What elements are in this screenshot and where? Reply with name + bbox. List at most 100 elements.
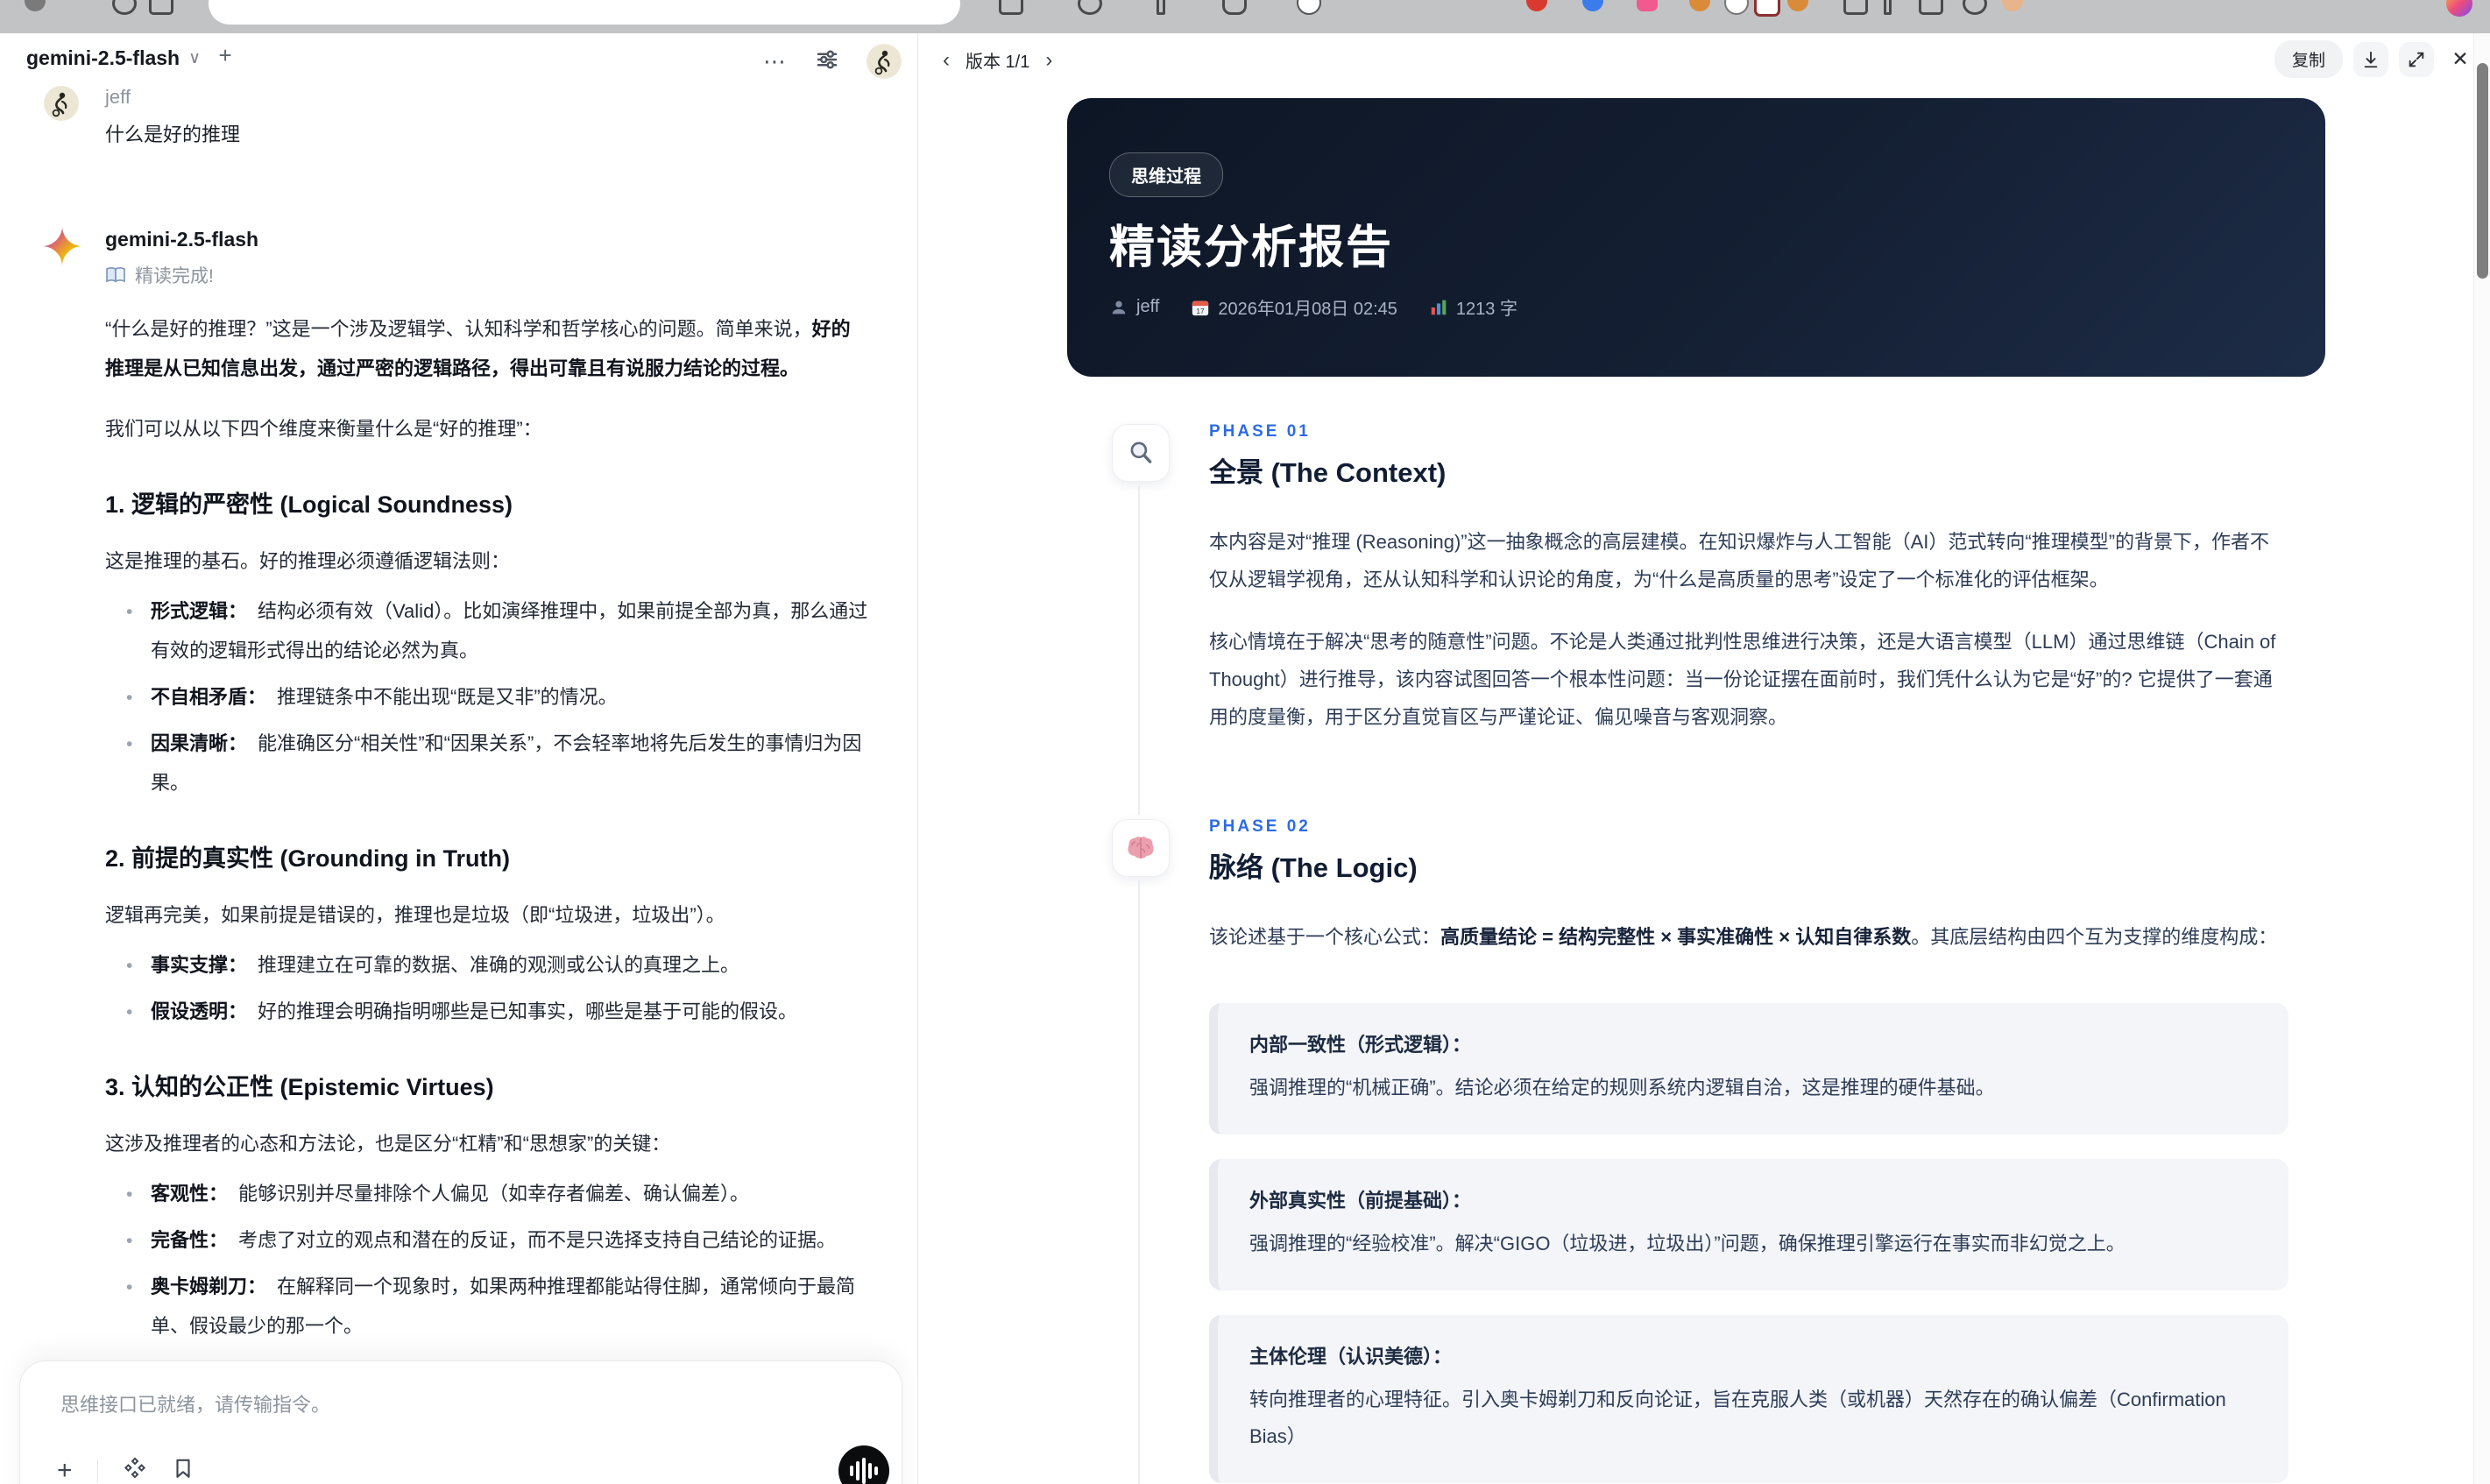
version-label: 版本 1/1 — [966, 53, 1030, 72]
card-body: 强调推理的“机械正确”。结论必须在给定的规则系统内逻辑自洽，这是推理的硬件基础。 — [1249, 1077, 1995, 1099]
extension-icon[interactable] — [1963, 0, 1987, 15]
extension-icon[interactable] — [1754, 0, 1780, 17]
intro-paragraph: “什么是好的推理？”这是一个涉及逻辑学、认知科学和哲学核心的问题。简单来说，好的… — [105, 318, 851, 379]
composer-divider — [96, 1459, 98, 1482]
extension-icon[interactable] — [1919, 0, 1943, 15]
user-message: jeff 什么是好的推理 — [44, 86, 878, 147]
address-bar[interactable] — [209, 0, 960, 25]
phase2-label: PHASE 02 — [1209, 817, 1311, 836]
expand-icon — [2409, 52, 2424, 67]
voice-input-button[interactable] — [838, 1445, 889, 1484]
status-text: 精读完成! — [135, 266, 214, 286]
card-title: 主体伦理（认识美德）： — [1249, 1346, 1453, 1367]
new-chat-button[interactable]: + — [218, 42, 231, 69]
copy-button[interactable]: 复制 — [2274, 40, 2343, 78]
phase2-title: 脉络 (The Logic) — [1209, 852, 1418, 883]
sliders-icon — [817, 49, 838, 69]
phase1-paragraph: 本内容是对“推理 (Reasoning)”这一抽象概念的高层建模。在知识爆炸与人… — [1209, 531, 2270, 590]
brain-icon — [1128, 837, 1154, 859]
close-button[interactable]: ✕ — [2444, 44, 2476, 75]
list-item: 事实支撑：推理建立在可靠的数据、准确的观测或公认的真理之上。 — [126, 945, 869, 986]
report-meta: jeff 17 2026年01月08日 02:45 1213 字 — [1109, 294, 1517, 320]
phase2-lead: 该论述基于一个核心公式：高质量结论 = 结构完整性 × 事实准确性 × 认知自律… — [1209, 926, 2278, 948]
extension-icon[interactable] — [1689, 0, 1710, 11]
timeline-connector — [1138, 880, 1140, 1484]
next-version-button[interactable]: › — [1045, 48, 1052, 73]
section-heading-3: 3. 认知的公正性 (Epistemic Virtues) — [105, 1074, 494, 1100]
report-hero-card: 思维过程 精读分析报告 jeff 17 2026年01月08日 02:45 12… — [1067, 98, 2325, 377]
browser-button-icon[interactable] — [149, 0, 173, 15]
book-icon — [106, 267, 125, 283]
bookmark-star-icon[interactable] — [1222, 0, 1247, 15]
lead-paragraph: 我们可以从以下四个维度来衡量什么是“好的推理”： — [105, 418, 542, 440]
speaker-icon[interactable] — [1078, 0, 1102, 15]
waveform-icon — [856, 1461, 859, 1480]
phase1-icon-box — [1112, 424, 1170, 482]
timeline-connector — [1138, 485, 1140, 815]
card-body: 强调推理的“经验校准”。解决“GIGO（垃圾进，垃圾出）”问题，确保推理引擎运行… — [1249, 1233, 2126, 1254]
extension-icon[interactable] — [1526, 0, 1547, 11]
dimension-card: 内部一致性（形式逻辑）： 强调推理的“机械正确”。结论必须在给定的规则系统内逻辑… — [1209, 1003, 2288, 1134]
phase2-icon-box — [1112, 819, 1170, 877]
version-nav: ‹ 版本 1/1 › — [943, 47, 1052, 73]
section-intro-3: 这涉及推理者的心态和方法论，也是区分“杠精”和“思想家”的关键： — [105, 1133, 671, 1155]
pin-icon[interactable] — [1157, 0, 1165, 15]
tools-button[interactable] — [123, 1456, 147, 1484]
bullet-list-3: 客观性：能够识别并尽量排除个人偏见（如幸存者偏差、确认偏差）。 完备性：考虑了对… — [105, 1174, 869, 1346]
extension-icon[interactable] — [1297, 0, 1321, 15]
prev-version-button[interactable]: ‹ — [943, 48, 950, 73]
extension-icon[interactable] — [1843, 0, 1868, 15]
save-prompt-button[interactable] — [172, 1457, 195, 1484]
extension-icon[interactable] — [1637, 0, 1658, 11]
dimension-card: 主体伦理（认识美德）： 转向推理者的心理特征。引入奥卡姆剃刀和反向论证，旨在克服… — [1209, 1315, 2288, 1483]
profile-avatar[interactable] — [2002, 0, 2023, 11]
user-avatar[interactable] — [867, 44, 902, 79]
extension-icon[interactable] — [1787, 0, 1808, 11]
message-author: gemini-2.5-flash — [105, 228, 259, 251]
soccer-player-avatar-icon — [44, 86, 79, 121]
phase1-section: PHASE 01 全景 (The Context) 本内容是对“推理 (Reas… — [1209, 422, 2288, 736]
browser-toolbar — [0, 0, 2490, 33]
browser-logo-icon[interactable] — [2446, 0, 2472, 17]
diamond-cluster-icon — [124, 1457, 145, 1479]
waveform-icon — [862, 1458, 866, 1484]
bullet-list-2: 事实支撑：推理建立在可靠的数据、准确的观测或公认的真理之上。 假设透明：好的推理… — [105, 945, 869, 1032]
extension-icon[interactable] — [1582, 0, 1603, 11]
phase2-section: PHASE 02 脉络 (The Logic) 该论述基于一个核心公式：高质量结… — [1209, 817, 2288, 1483]
dimension-cards: 内部一致性（形式逻辑）： 强调推理的“机械正确”。结论必须在给定的规则系统内逻辑… — [1209, 1003, 2288, 1483]
assistant-message: gemini-2.5-flash 精读完成! “什么是好的推理？”这是一个涉及逻… — [42, 226, 878, 1484]
bookmark-icon — [175, 1459, 190, 1478]
phase1-title: 全景 (The Context) — [1209, 457, 1447, 488]
phase1-label: PHASE 01 — [1209, 422, 1311, 441]
calendar-icon: 17 — [1192, 300, 1209, 315]
chat-scroll-area[interactable]: jeff 什么是好的推理 gemini-2.5-flash 精读完成! “什么是… — [42, 79, 878, 1484]
download-button[interactable] — [2353, 41, 2388, 77]
message-composer[interactable]: 思维接口已就绪，请传输指令。 + — [19, 1360, 902, 1484]
fullscreen-button[interactable] — [2399, 41, 2434, 77]
phase1-paragraph: 核心情境在于解决“思考的随意性”问题。不论是人类通过批判性思维进行决策，还是大语… — [1209, 631, 2276, 728]
svg-text:17: 17 — [1197, 307, 1206, 314]
browser-button-icon[interactable] — [25, 0, 46, 11]
list-item: 完备性：考虑了对立的观点和潜在的反证，而不是只选择支持自己结论的证据。 — [126, 1220, 869, 1261]
meta-word-count: 1213 字 — [1429, 294, 1517, 320]
chevron-down-icon: ∨ — [188, 49, 202, 67]
scrollbar-thumb[interactable] — [2477, 63, 2488, 279]
scrollbar-track[interactable] — [2473, 33, 2490, 1484]
more-options-button[interactable]: ⋯ — [763, 48, 788, 75]
reading-list-icon[interactable] — [999, 0, 1023, 15]
list-item: 因果清晰：能准确区分“相关性”和“因果关系”，不会轻率地将先后发生的事情归为因果… — [126, 724, 869, 802]
status-line: 精读完成! — [105, 262, 878, 288]
chat-header: gemini-2.5-flash ∨ + ⋯ — [26, 42, 902, 84]
magnifier-icon — [1130, 442, 1152, 463]
attach-button[interactable]: + — [57, 1457, 73, 1483]
assistant-body: “什么是好的推理？”这是一个涉及逻辑学、认知科学和哲学核心的问题。简单来说，好的… — [105, 309, 869, 1484]
section-intro-1: 这是推理的基石。好的推理必须遵循逻辑法则： — [105, 550, 511, 572]
toolbar-divider — [1884, 0, 1892, 15]
model-selector[interactable]: gemini-2.5-flash ∨ — [26, 46, 201, 70]
tune-settings-button[interactable] — [814, 46, 840, 77]
card-body: 转向推理者的心理特征。引入奥卡姆剃刀和反向论证，旨在克服人类（或机器）天然存在的… — [1249, 1389, 2226, 1447]
browser-button-icon[interactable] — [112, 0, 137, 15]
waveform-icon — [868, 1463, 872, 1479]
dimension-card: 外部真实性（前提基础）： 强调推理的“经验校准”。解决“GIGO（垃圾进，垃圾出… — [1209, 1159, 2288, 1290]
extension-icon[interactable] — [1724, 0, 1749, 15]
